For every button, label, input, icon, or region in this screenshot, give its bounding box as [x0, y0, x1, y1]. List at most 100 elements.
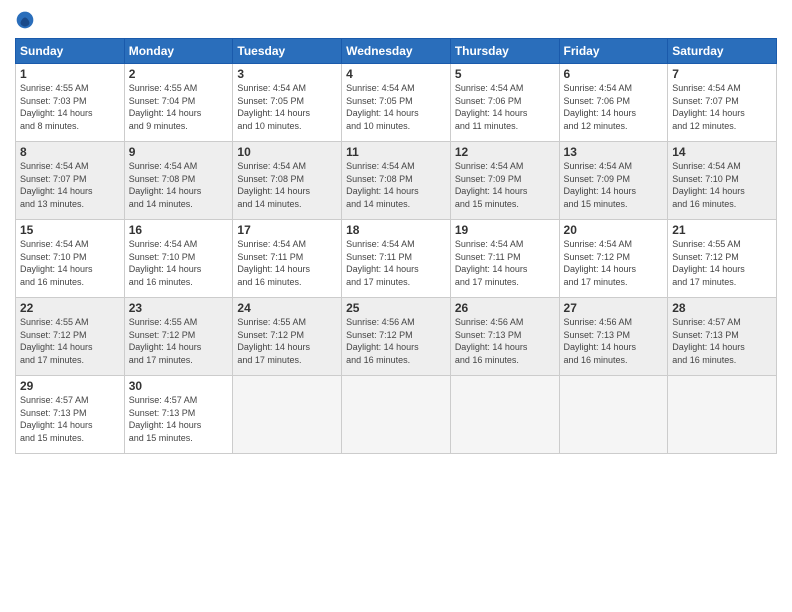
day-number: 28 [672, 301, 772, 315]
day-header-saturday: Saturday [668, 39, 777, 64]
day-info: Sunrise: 4:54 AMSunset: 7:05 PMDaylight:… [346, 82, 446, 132]
calendar-cell: 23Sunrise: 4:55 AMSunset: 7:12 PMDayligh… [124, 298, 233, 376]
calendar: SundayMondayTuesdayWednesdayThursdayFrid… [15, 38, 777, 454]
calendar-cell: 19Sunrise: 4:54 AMSunset: 7:11 PMDayligh… [450, 220, 559, 298]
calendar-header-row: SundayMondayTuesdayWednesdayThursdayFrid… [16, 39, 777, 64]
day-number: 17 [237, 223, 337, 237]
calendar-cell: 28Sunrise: 4:57 AMSunset: 7:13 PMDayligh… [668, 298, 777, 376]
day-info: Sunrise: 4:54 AMSunset: 7:05 PMDaylight:… [237, 82, 337, 132]
day-header-thursday: Thursday [450, 39, 559, 64]
calendar-cell: 18Sunrise: 4:54 AMSunset: 7:11 PMDayligh… [342, 220, 451, 298]
day-info: Sunrise: 4:54 AMSunset: 7:07 PMDaylight:… [672, 82, 772, 132]
day-number: 2 [129, 67, 229, 81]
calendar-cell: 5Sunrise: 4:54 AMSunset: 7:06 PMDaylight… [450, 64, 559, 142]
day-info: Sunrise: 4:54 AMSunset: 7:06 PMDaylight:… [564, 82, 664, 132]
calendar-cell [559, 376, 668, 454]
week-row-4: 22Sunrise: 4:55 AMSunset: 7:12 PMDayligh… [16, 298, 777, 376]
page: SundayMondayTuesdayWednesdayThursdayFrid… [0, 0, 792, 612]
logo [15, 10, 39, 30]
day-number: 20 [564, 223, 664, 237]
day-number: 22 [20, 301, 120, 315]
day-info: Sunrise: 4:55 AMSunset: 7:03 PMDaylight:… [20, 82, 120, 132]
day-number: 3 [237, 67, 337, 81]
day-info: Sunrise: 4:54 AMSunset: 7:08 PMDaylight:… [237, 160, 337, 210]
day-number: 12 [455, 145, 555, 159]
calendar-cell: 12Sunrise: 4:54 AMSunset: 7:09 PMDayligh… [450, 142, 559, 220]
day-number: 21 [672, 223, 772, 237]
day-number: 4 [346, 67, 446, 81]
day-number: 13 [564, 145, 664, 159]
day-header-tuesday: Tuesday [233, 39, 342, 64]
day-header-friday: Friday [559, 39, 668, 64]
calendar-cell [233, 376, 342, 454]
calendar-cell: 11Sunrise: 4:54 AMSunset: 7:08 PMDayligh… [342, 142, 451, 220]
calendar-cell: 25Sunrise: 4:56 AMSunset: 7:12 PMDayligh… [342, 298, 451, 376]
day-number: 16 [129, 223, 229, 237]
day-info: Sunrise: 4:54 AMSunset: 7:06 PMDaylight:… [455, 82, 555, 132]
day-info: Sunrise: 4:57 AMSunset: 7:13 PMDaylight:… [672, 316, 772, 366]
day-info: Sunrise: 4:54 AMSunset: 7:09 PMDaylight:… [564, 160, 664, 210]
day-number: 15 [20, 223, 120, 237]
calendar-cell [450, 376, 559, 454]
day-info: Sunrise: 4:54 AMSunset: 7:09 PMDaylight:… [455, 160, 555, 210]
day-info: Sunrise: 4:54 AMSunset: 7:10 PMDaylight:… [20, 238, 120, 288]
calendar-cell [342, 376, 451, 454]
day-number: 7 [672, 67, 772, 81]
day-info: Sunrise: 4:57 AMSunset: 7:13 PMDaylight:… [129, 394, 229, 444]
day-number: 5 [455, 67, 555, 81]
calendar-cell: 8Sunrise: 4:54 AMSunset: 7:07 PMDaylight… [16, 142, 125, 220]
day-info: Sunrise: 4:56 AMSunset: 7:13 PMDaylight:… [564, 316, 664, 366]
calendar-cell: 26Sunrise: 4:56 AMSunset: 7:13 PMDayligh… [450, 298, 559, 376]
calendar-cell [668, 376, 777, 454]
calendar-cell: 15Sunrise: 4:54 AMSunset: 7:10 PMDayligh… [16, 220, 125, 298]
calendar-cell: 29Sunrise: 4:57 AMSunset: 7:13 PMDayligh… [16, 376, 125, 454]
day-header-sunday: Sunday [16, 39, 125, 64]
calendar-body: 1Sunrise: 4:55 AMSunset: 7:03 PMDaylight… [16, 64, 777, 454]
day-info: Sunrise: 4:56 AMSunset: 7:13 PMDaylight:… [455, 316, 555, 366]
day-number: 26 [455, 301, 555, 315]
day-info: Sunrise: 4:55 AMSunset: 7:12 PMDaylight:… [129, 316, 229, 366]
header [15, 10, 777, 30]
calendar-cell: 3Sunrise: 4:54 AMSunset: 7:05 PMDaylight… [233, 64, 342, 142]
calendar-cell: 14Sunrise: 4:54 AMSunset: 7:10 PMDayligh… [668, 142, 777, 220]
calendar-cell: 13Sunrise: 4:54 AMSunset: 7:09 PMDayligh… [559, 142, 668, 220]
calendar-cell: 22Sunrise: 4:55 AMSunset: 7:12 PMDayligh… [16, 298, 125, 376]
day-number: 30 [129, 379, 229, 393]
day-number: 10 [237, 145, 337, 159]
day-info: Sunrise: 4:54 AMSunset: 7:11 PMDaylight:… [455, 238, 555, 288]
day-number: 23 [129, 301, 229, 315]
day-number: 1 [20, 67, 120, 81]
day-info: Sunrise: 4:54 AMSunset: 7:07 PMDaylight:… [20, 160, 120, 210]
calendar-cell: 17Sunrise: 4:54 AMSunset: 7:11 PMDayligh… [233, 220, 342, 298]
day-number: 24 [237, 301, 337, 315]
day-info: Sunrise: 4:54 AMSunset: 7:10 PMDaylight:… [129, 238, 229, 288]
day-header-wednesday: Wednesday [342, 39, 451, 64]
logo-icon [15, 10, 35, 30]
day-info: Sunrise: 4:55 AMSunset: 7:12 PMDaylight:… [672, 238, 772, 288]
day-number: 9 [129, 145, 229, 159]
day-info: Sunrise: 4:54 AMSunset: 7:11 PMDaylight:… [346, 238, 446, 288]
day-info: Sunrise: 4:55 AMSunset: 7:04 PMDaylight:… [129, 82, 229, 132]
day-info: Sunrise: 4:54 AMSunset: 7:12 PMDaylight:… [564, 238, 664, 288]
day-header-monday: Monday [124, 39, 233, 64]
day-info: Sunrise: 4:55 AMSunset: 7:12 PMDaylight:… [237, 316, 337, 366]
calendar-cell: 4Sunrise: 4:54 AMSunset: 7:05 PMDaylight… [342, 64, 451, 142]
day-number: 14 [672, 145, 772, 159]
day-info: Sunrise: 4:54 AMSunset: 7:11 PMDaylight:… [237, 238, 337, 288]
calendar-cell: 1Sunrise: 4:55 AMSunset: 7:03 PMDaylight… [16, 64, 125, 142]
calendar-cell: 21Sunrise: 4:55 AMSunset: 7:12 PMDayligh… [668, 220, 777, 298]
week-row-1: 1Sunrise: 4:55 AMSunset: 7:03 PMDaylight… [16, 64, 777, 142]
day-number: 19 [455, 223, 555, 237]
day-number: 6 [564, 67, 664, 81]
calendar-cell: 27Sunrise: 4:56 AMSunset: 7:13 PMDayligh… [559, 298, 668, 376]
day-info: Sunrise: 4:54 AMSunset: 7:08 PMDaylight:… [346, 160, 446, 210]
day-number: 8 [20, 145, 120, 159]
week-row-5: 29Sunrise: 4:57 AMSunset: 7:13 PMDayligh… [16, 376, 777, 454]
calendar-cell: 10Sunrise: 4:54 AMSunset: 7:08 PMDayligh… [233, 142, 342, 220]
day-number: 25 [346, 301, 446, 315]
day-number: 18 [346, 223, 446, 237]
calendar-cell: 16Sunrise: 4:54 AMSunset: 7:10 PMDayligh… [124, 220, 233, 298]
day-info: Sunrise: 4:55 AMSunset: 7:12 PMDaylight:… [20, 316, 120, 366]
week-row-3: 15Sunrise: 4:54 AMSunset: 7:10 PMDayligh… [16, 220, 777, 298]
day-info: Sunrise: 4:54 AMSunset: 7:10 PMDaylight:… [672, 160, 772, 210]
